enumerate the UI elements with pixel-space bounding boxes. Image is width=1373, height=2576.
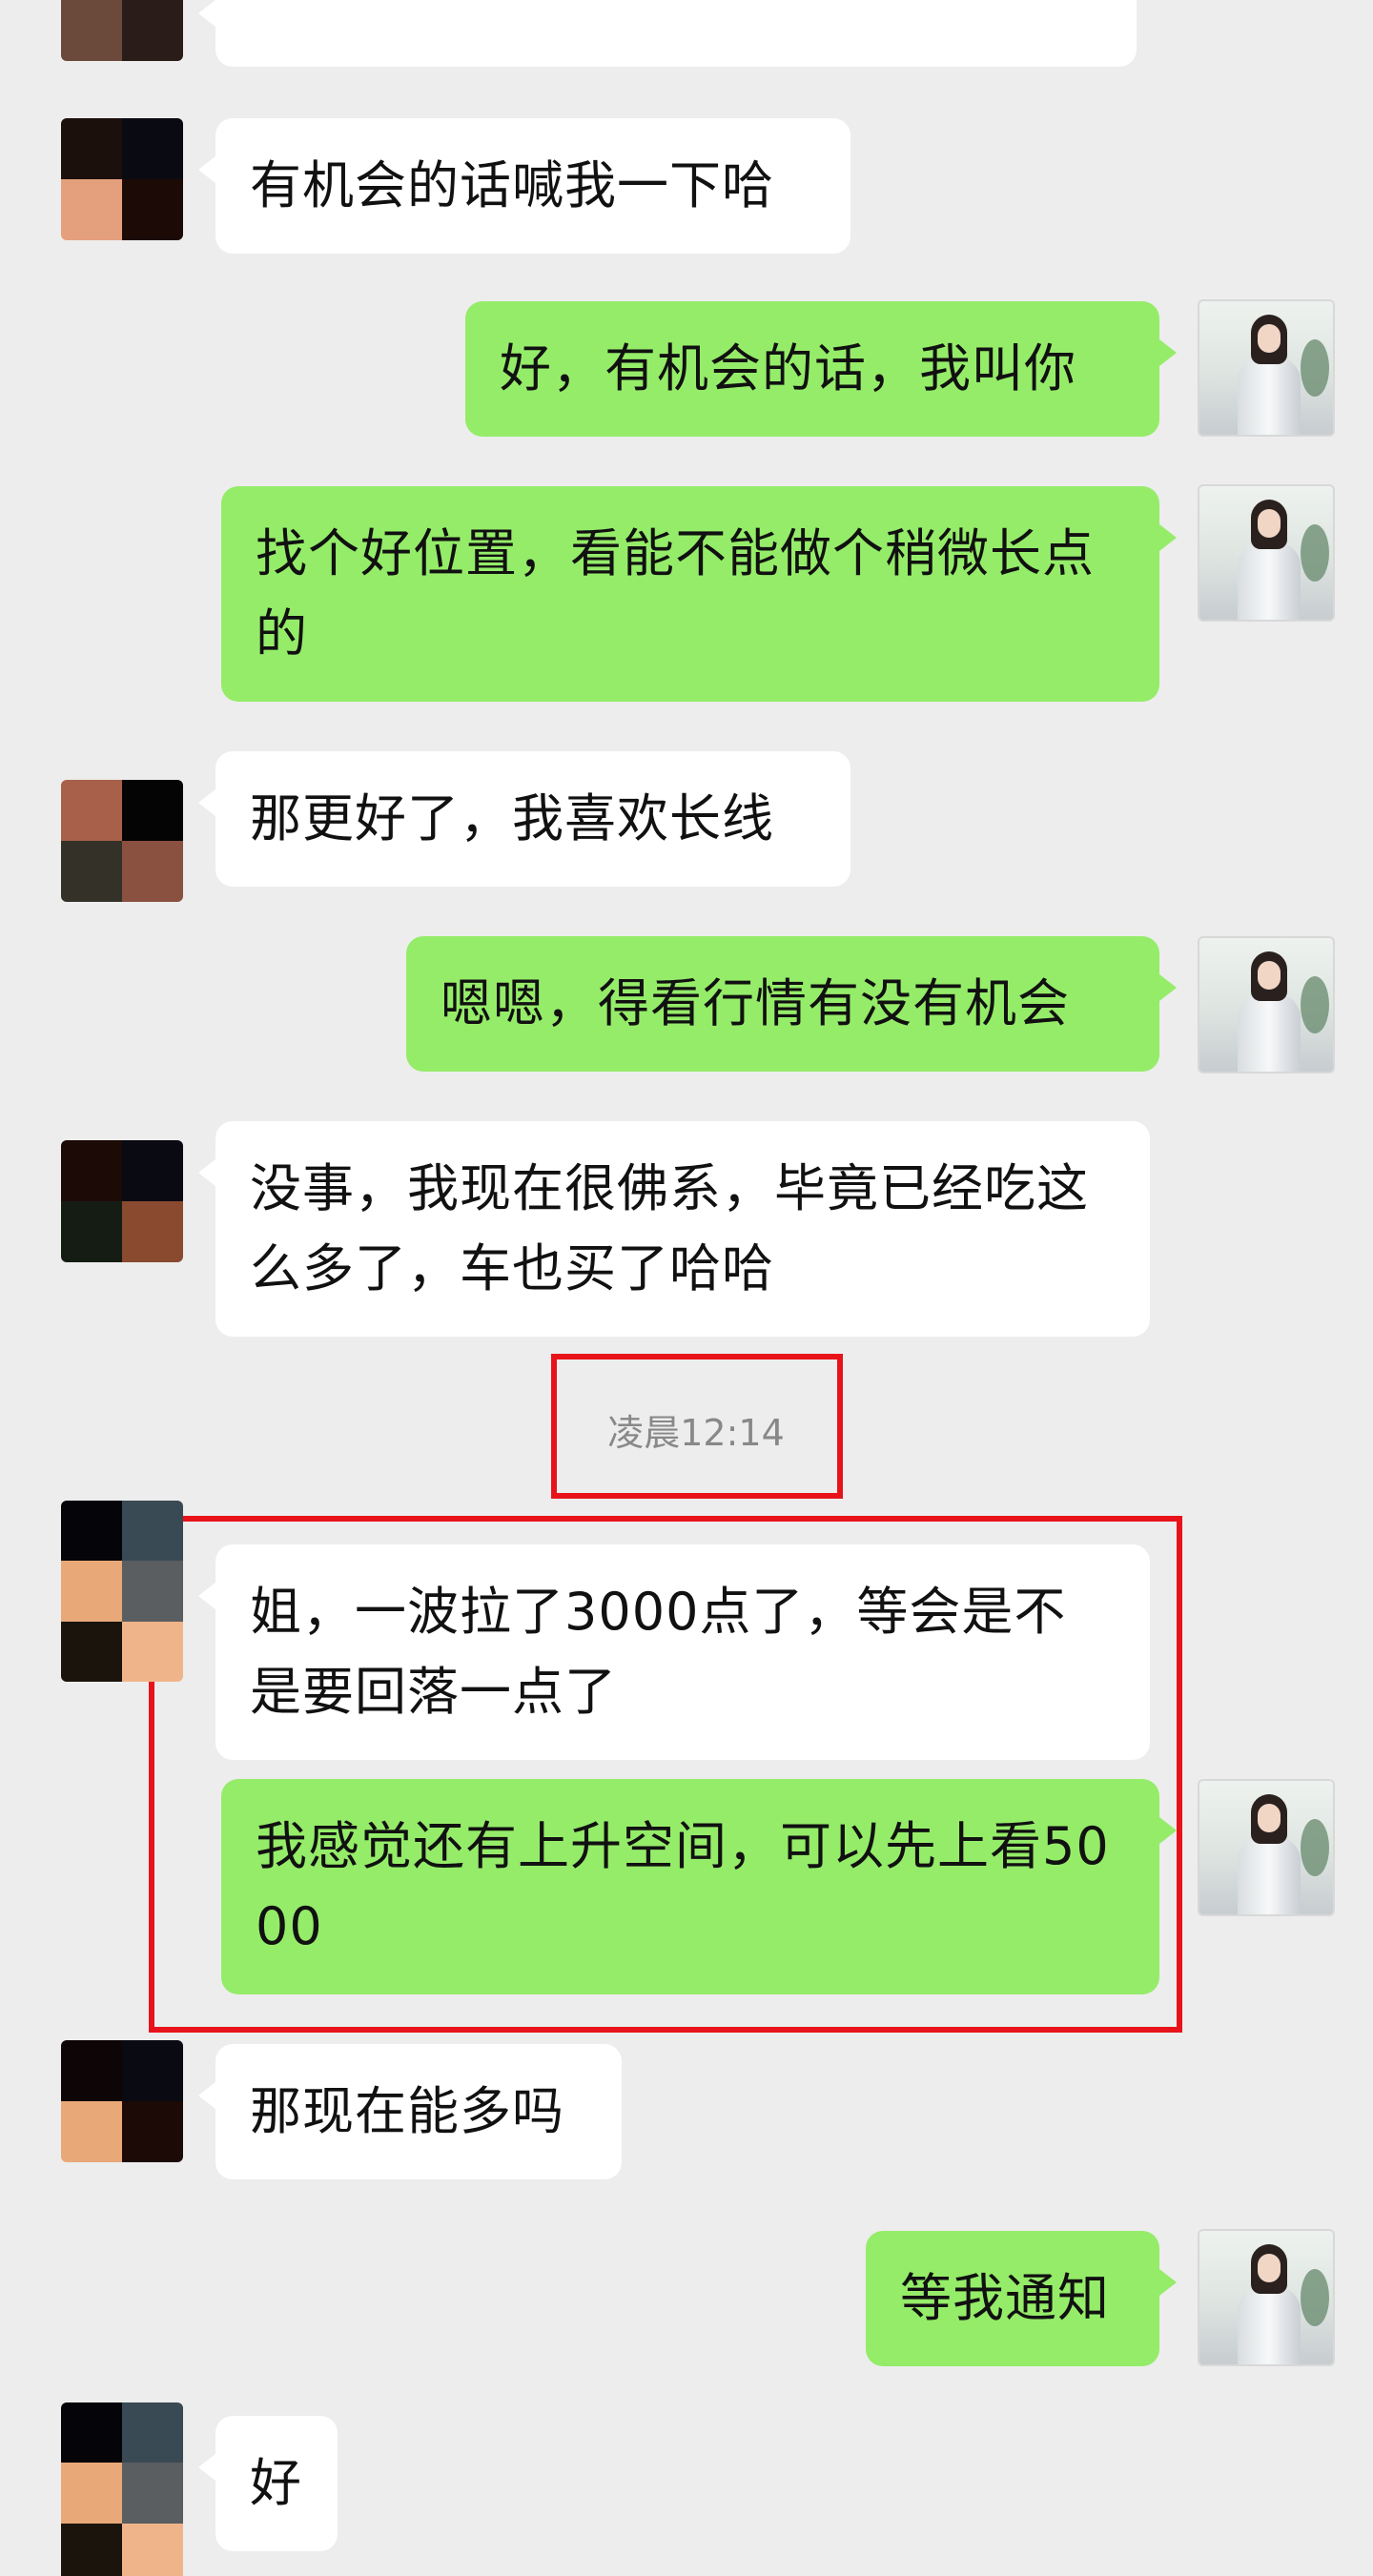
- message-bubble-incoming[interactable]: 好: [198, 2416, 338, 2551]
- self-avatar[interactable]: [1198, 1779, 1335, 1916]
- message-bubble-incoming[interactable]: 那现在能多吗: [198, 2044, 622, 2179]
- contact-avatar[interactable]: [61, 2402, 183, 2576]
- message-bubble-incoming[interactable]: 那更好了，我喜欢长线: [198, 751, 850, 887]
- message-bubble-outgoing[interactable]: 好，有机会的话，我叫你: [465, 301, 1177, 437]
- message-text: 好: [250, 2453, 302, 2513]
- message-bubble-incoming[interactable]: 姐，一波拉了3000点了，等会是不是要回落一点了: [198, 1544, 1150, 1760]
- message-bubble-incoming[interactable]: 有机会的话喊我一下哈: [198, 118, 850, 254]
- message-text: 我感觉还有上升空间，可以先上看5000: [256, 1816, 1110, 1956]
- contact-avatar[interactable]: [61, 780, 183, 902]
- message-bubble-outgoing[interactable]: 嗯嗯，得看行情有没有机会: [406, 936, 1177, 1072]
- message-bubble-incoming[interactable]: [198, 0, 1137, 67]
- message-text: 没事，我现在很佛系，毕竟已经吃这么多了，车也买了哈哈: [250, 1158, 1089, 1298]
- contact-avatar[interactable]: [61, 2040, 183, 2162]
- message-text: 嗯嗯，得看行情有没有机会: [441, 973, 1070, 1033]
- self-avatar[interactable]: [1198, 299, 1335, 437]
- contact-avatar[interactable]: [61, 1140, 183, 1262]
- message-text: 好，有机会的话，我叫你: [500, 338, 1076, 399]
- message-bubble-outgoing[interactable]: 我感觉还有上升空间，可以先上看5000: [221, 1779, 1177, 1994]
- contact-avatar[interactable]: [61, 1501, 183, 1682]
- message-text: 姐，一波拉了3000点了，等会是不是要回落一点了: [250, 1582, 1067, 1722]
- message-text: 那更好了，我喜欢长线: [250, 788, 774, 848]
- self-avatar[interactable]: [1198, 2229, 1335, 2366]
- self-avatar[interactable]: [1198, 936, 1335, 1073]
- message-bubble-outgoing[interactable]: 找个好位置，看能不能做个稍微长点的: [221, 486, 1177, 702]
- message-text: 那现在能多吗: [250, 2081, 564, 2141]
- message-text: 等我通知: [900, 2268, 1110, 2328]
- timestamp-label: 凌晨12:14: [607, 1412, 785, 1454]
- contact-avatar[interactable]: [61, 0, 183, 61]
- message-text: 有机会的话喊我一下哈: [250, 155, 774, 215]
- message-text: 找个好位置，看能不能做个稍微长点的: [256, 523, 1095, 664]
- self-avatar[interactable]: [1198, 484, 1335, 622]
- message-bubble-incoming[interactable]: 没事，我现在很佛系，毕竟已经吃这么多了，车也买了哈哈: [198, 1121, 1150, 1337]
- contact-avatar[interactable]: [61, 118, 183, 240]
- message-bubble-outgoing[interactable]: 等我通知: [866, 2231, 1177, 2366]
